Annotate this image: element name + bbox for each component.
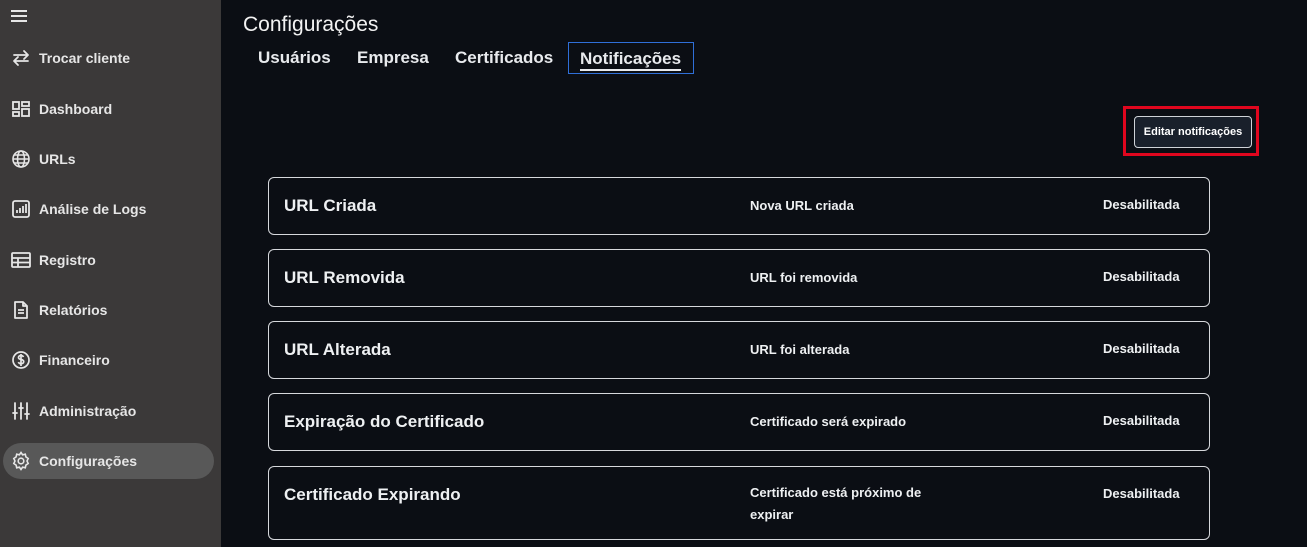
notification-card: URL Removida URL foi removida Desabilita…	[268, 249, 1210, 307]
notification-card: URL Criada Nova URL criada Desabilitada	[268, 177, 1210, 235]
sidebar-item-administracao[interactable]: Administração	[3, 393, 214, 429]
sidebar-item-analise-de-logs[interactable]: Análise de Logs	[3, 191, 214, 227]
tab-empresa[interactable]: Empresa	[357, 42, 429, 74]
notification-card: Certificado Expirando Certificado está p…	[268, 466, 1210, 540]
sidebar-item-trocar-cliente[interactable]: Trocar cliente	[3, 40, 214, 76]
notification-name: URL Criada	[284, 196, 377, 215]
sliders-icon	[11, 401, 31, 421]
sidebar-item-label: Registro	[39, 252, 96, 268]
sidebar-item-relatorios[interactable]: Relatórios	[3, 292, 214, 328]
tab-notificacoes[interactable]: Notificações	[568, 42, 694, 74]
notification-name: URL Alterada	[284, 340, 391, 359]
notification-status: Desabilitada	[1103, 413, 1180, 428]
chart-icon	[11, 199, 31, 219]
sidebar-item-label: Configurações	[39, 453, 138, 469]
notification-status: Desabilitada	[1103, 486, 1180, 501]
hamburger-menu-icon[interactable]	[11, 8, 29, 24]
sidebar-item-financeiro[interactable]: Financeiro	[3, 342, 214, 378]
notification-description: URL foi removida	[750, 270, 858, 285]
notification-card: URL Alterada URL foi alterada Desabilita…	[268, 321, 1210, 379]
table-icon	[11, 250, 31, 270]
sidebar-item-label: Relatórios	[39, 302, 108, 318]
page-title: Configurações	[243, 13, 379, 36]
notification-description: Nova URL criada	[750, 198, 854, 213]
sidebar-item-configuracoes[interactable]: Configurações	[3, 443, 214, 479]
notification-description: URL foi alterada	[750, 342, 850, 357]
sidebar-item-label: URLs	[39, 151, 76, 167]
document-icon	[11, 300, 31, 320]
sidebar-item-label: Administração	[39, 403, 137, 419]
sidebar-item-label: Dashboard	[39, 101, 113, 117]
notification-name: Expiração do Certificado	[284, 412, 485, 431]
notification-status: Desabilitada	[1103, 341, 1180, 356]
notification-name: Certificado Expirando	[284, 485, 461, 504]
gear-icon	[11, 451, 31, 471]
notification-description: Certificado será expirado	[750, 414, 907, 429]
sidebar-item-label: Trocar cliente	[39, 50, 131, 66]
notification-status: Desabilitada	[1103, 197, 1180, 212]
globe-icon	[11, 149, 31, 169]
dollar-icon	[11, 350, 31, 370]
sidebar-item-label: Financeiro	[39, 352, 110, 368]
main-content: Configurações Usuários Empresa Certifica…	[221, 0, 1307, 547]
sidebar-item-registro[interactable]: Registro	[3, 242, 214, 278]
sidebar-item-dashboard[interactable]: Dashboard	[3, 91, 214, 127]
notification-name: URL Removida	[284, 268, 405, 287]
notification-card: Expiração do Certificado Certificado ser…	[268, 393, 1210, 451]
tab-certificados[interactable]: Certificados	[455, 42, 553, 74]
tab-label: Notificações	[580, 49, 682, 71]
edit-notifications-button[interactable]: Editar notificações	[1134, 116, 1252, 148]
tab-usuarios[interactable]: Usuários	[258, 42, 331, 74]
dashboard-icon	[11, 99, 31, 119]
sidebar: Trocar cliente Dashboard URLs Análise de…	[0, 0, 221, 547]
sidebar-item-urls[interactable]: URLs	[3, 141, 214, 177]
notification-status: Desabilitada	[1103, 269, 1180, 284]
swap-icon	[11, 48, 31, 68]
sidebar-item-label: Análise de Logs	[39, 201, 147, 217]
notification-description: Certificado está próximo de expirar	[750, 485, 922, 522]
